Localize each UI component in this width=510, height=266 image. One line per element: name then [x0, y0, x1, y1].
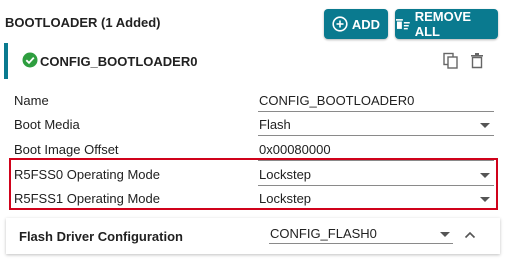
flash-driver-section: Flash Driver Configuration CONFIG_FLASH0 — [6, 218, 500, 254]
section-header: BOOTLOADER (1 Added) ADD REMOVE ALL — [0, 0, 510, 46]
name-label: Name — [14, 93, 49, 108]
remove-all-button[interactable]: REMOVE ALL — [395, 9, 498, 39]
highlight-box — [9, 158, 498, 210]
boot-media-value: Flash — [259, 117, 291, 132]
name-row: Name CONFIG_BOOTLOADER0 — [0, 90, 510, 112]
add-button[interactable]: ADD — [324, 9, 388, 39]
add-circle-icon — [332, 16, 348, 32]
boot-media-label: Boot Media — [14, 117, 80, 132]
flash-driver-value: CONFIG_FLASH0 — [270, 226, 377, 241]
chevron-down-icon — [440, 232, 450, 237]
instance-name: CONFIG_BOOTLOADER0 — [40, 54, 198, 69]
flash-driver-title: Flash Driver Configuration — [19, 229, 183, 244]
boot-media-row: Boot Media Flash — [0, 114, 510, 136]
copy-icon[interactable] — [442, 52, 460, 70]
boot-image-offset-value: 0x00080000 — [259, 142, 331, 157]
flash-driver-select[interactable]: CONFIG_FLASH0 — [269, 224, 453, 244]
boot-media-select[interactable]: Flash — [258, 114, 494, 136]
add-button-label: ADD — [351, 16, 381, 32]
delete-sweep-icon — [395, 19, 410, 30]
chevron-down-icon — [480, 123, 490, 128]
section-title: BOOTLOADER (1 Added) — [5, 15, 161, 30]
check-circle-icon — [22, 52, 38, 68]
remove-all-button-label: REMOVE ALL — [414, 9, 472, 39]
chevron-up-icon[interactable] — [463, 228, 477, 242]
name-value: CONFIG_BOOTLOADER0 — [259, 93, 415, 108]
boot-image-offset-label: Boot Image Offset — [14, 142, 119, 157]
name-field[interactable]: CONFIG_BOOTLOADER0 — [258, 90, 494, 112]
instance-item[interactable]: CONFIG_BOOTLOADER0 — [4, 43, 500, 79]
delete-icon[interactable] — [469, 52, 485, 70]
